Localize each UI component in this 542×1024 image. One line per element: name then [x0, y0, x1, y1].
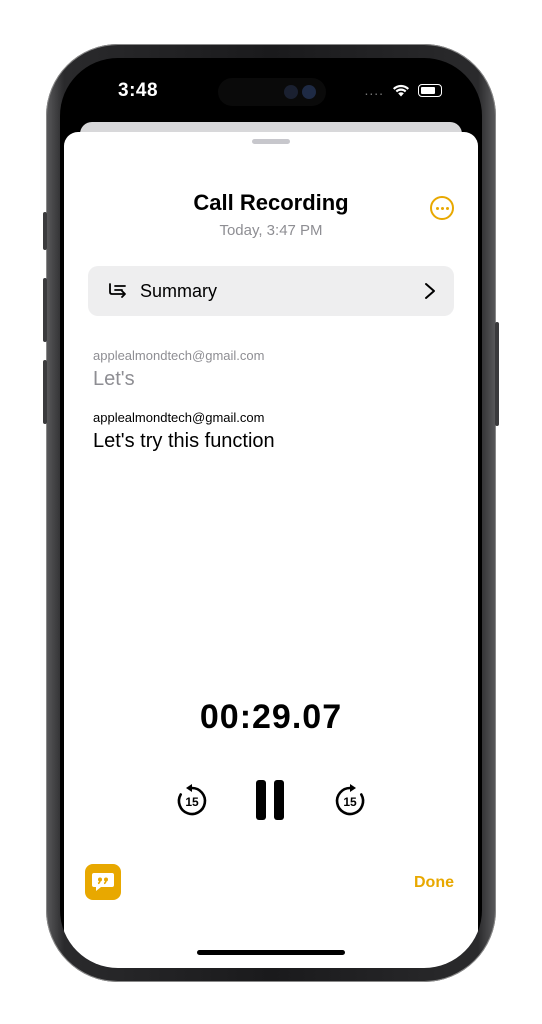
- goforward-15-icon: 15: [343, 795, 357, 809]
- gobackward-15-icon: 15: [185, 795, 199, 809]
- chevron-right-icon: [425, 283, 435, 299]
- transcript-speaker: applealmondtech@gmail.com: [93, 410, 265, 425]
- battery-icon: [418, 83, 442, 97]
- ellipsis-circle-icon: [435, 206, 439, 210]
- volume-down-button: [43, 360, 47, 424]
- transcript-line: Let's try this function: [93, 430, 275, 452]
- wifi-icon: [393, 84, 409, 96]
- summary-list-icon: [109, 283, 126, 298]
- page-title: Call Recording: [193, 190, 349, 215]
- status-indicators: ....: [364, 82, 442, 98]
- status-time: 3:48: [118, 80, 159, 101]
- more-options-button[interactable]: [430, 196, 454, 220]
- volume-up-button: [43, 278, 47, 342]
- home-indicator[interactable]: [197, 950, 345, 955]
- recording-date: Today, 3:47 PM: [219, 222, 323, 239]
- power-button: [495, 322, 499, 426]
- action-button: [43, 212, 47, 250]
- quote-bubble-icon: [92, 873, 114, 891]
- summary-row[interactable]: Summary: [88, 266, 454, 316]
- skip-back-button[interactable]: 15: [174, 783, 210, 819]
- sheet-grabber[interactable]: [252, 139, 290, 144]
- transcript-toggle-button[interactable]: [85, 864, 121, 900]
- skip-forward-button[interactable]: 15: [332, 783, 368, 819]
- transcript-line: Let's: [93, 368, 135, 390]
- pause-icon: [256, 780, 266, 820]
- elapsed-timer: 00:29.07: [199, 698, 343, 736]
- summary-label: Summary: [140, 280, 218, 301]
- transcript-speaker: applealmondtech@gmail.com: [93, 348, 265, 363]
- call-recording-sheet: Call Recording Today, 3:47 PM Summary ap…: [64, 132, 478, 968]
- face-id-icon: [302, 85, 316, 99]
- signal-icon: ....: [364, 82, 384, 98]
- pause-button[interactable]: [252, 778, 288, 822]
- done-button[interactable]: Done: [414, 874, 454, 892]
- camera-icon: [284, 85, 298, 99]
- phone-screen: 3:48 .... Call Recording Today, 3:47 PM: [60, 58, 482, 968]
- dynamic-island: [218, 78, 326, 106]
